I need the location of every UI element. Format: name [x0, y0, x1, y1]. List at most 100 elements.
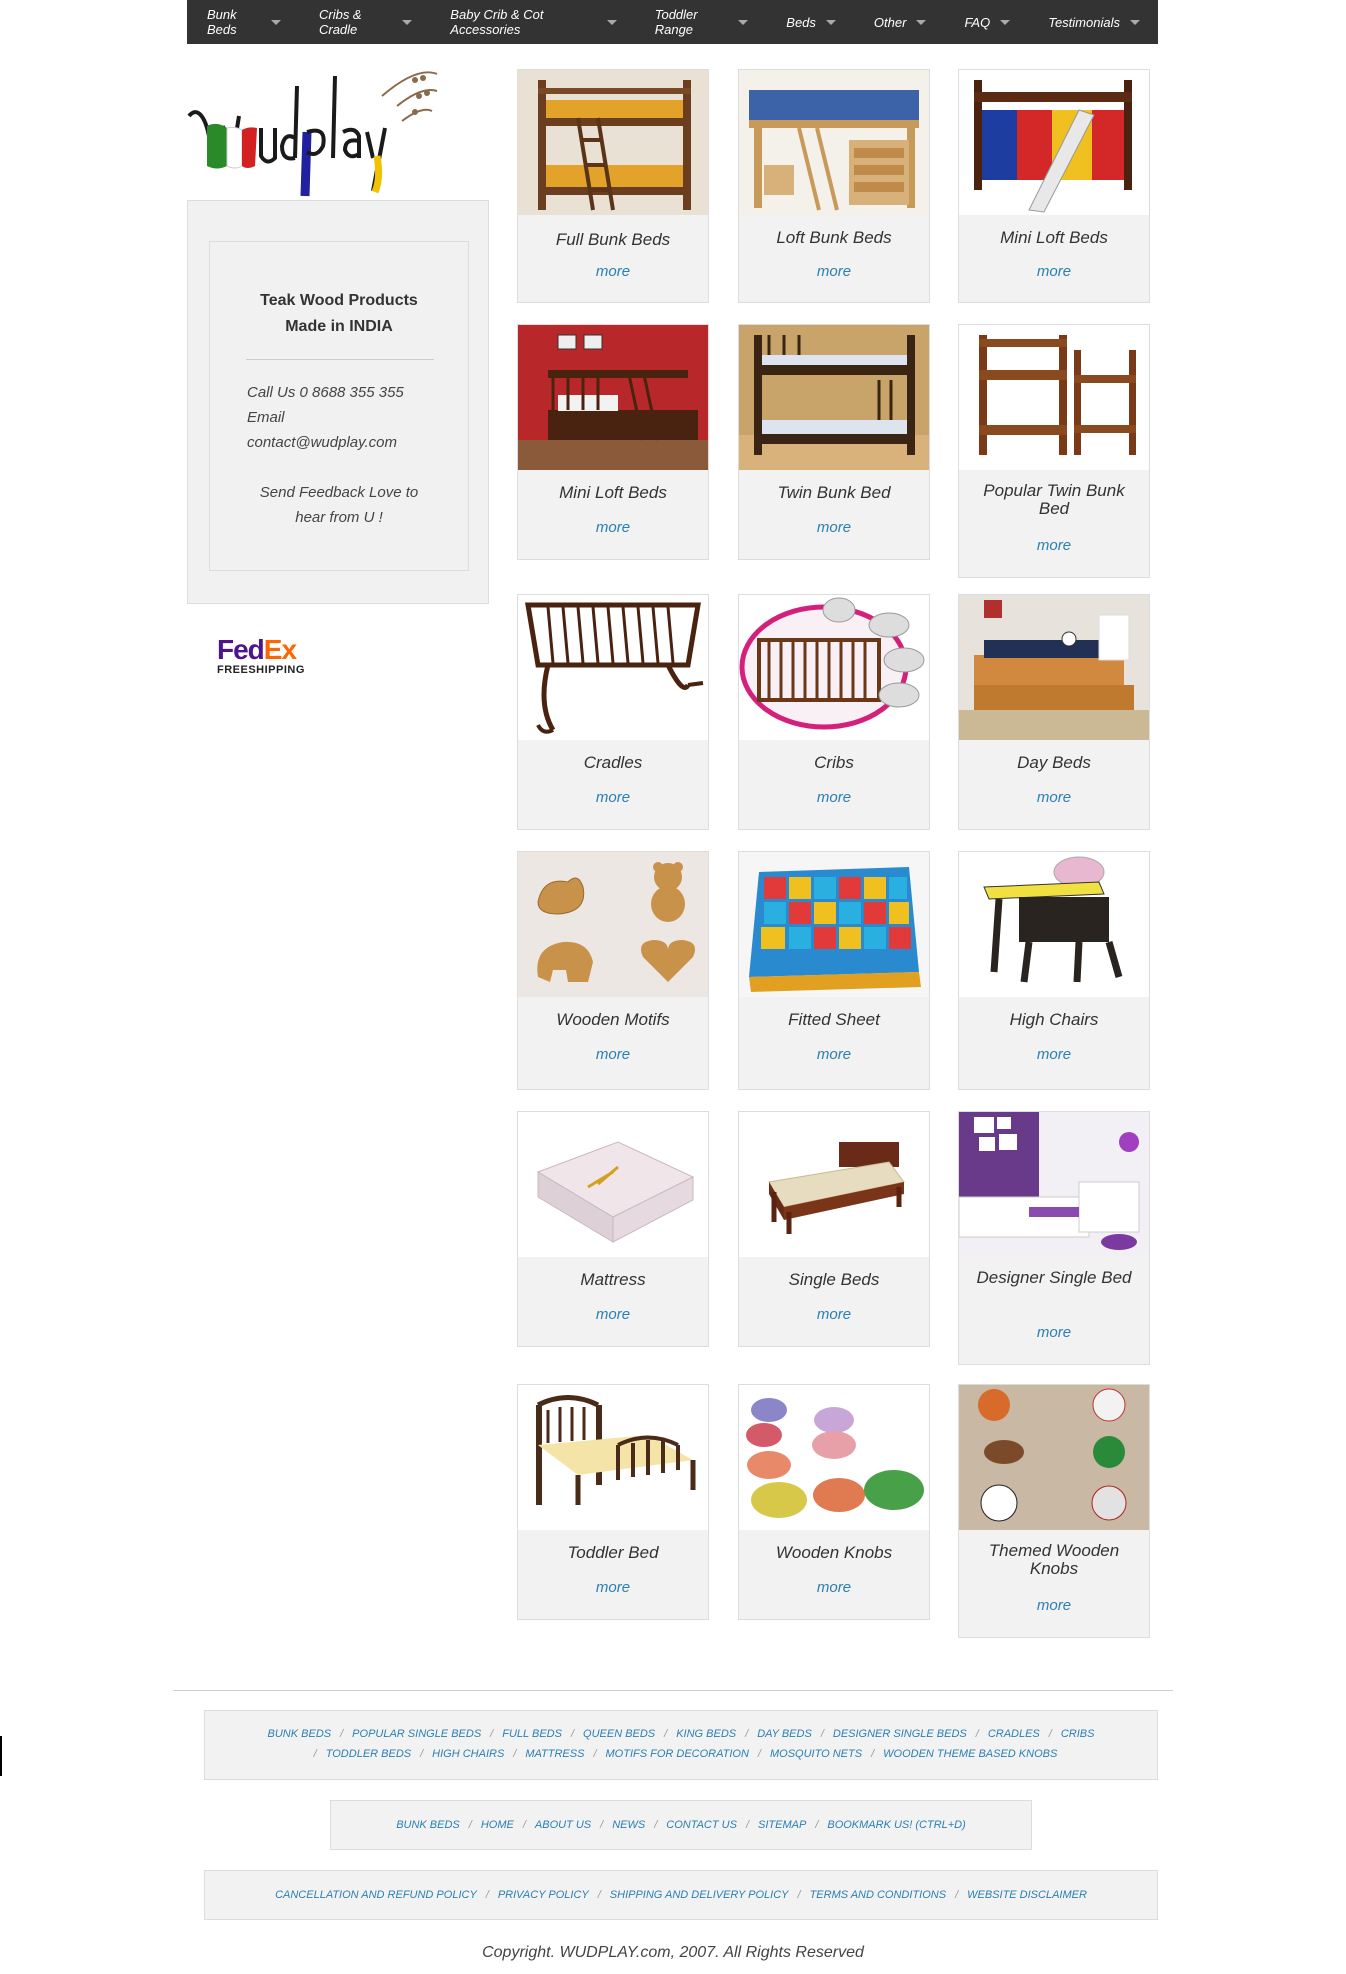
nav-item-bunk-beds[interactable]: Bunk Beds — [187, 0, 299, 44]
footer-link[interactable]: About Us — [535, 1819, 591, 1831]
product-title[interactable]: Wooden Motifs — [526, 1011, 700, 1029]
product-tile[interactable]: Loft Bunk Beds more — [738, 69, 930, 303]
footer-link[interactable]: Bunk Beds — [396, 1819, 460, 1831]
nav-item-cribs-cradle[interactable]: Cribs & Cradle — [299, 0, 430, 44]
footer-link[interactable]: Shipping and Delivery Policy — [610, 1889, 789, 1901]
link-separator: / — [757, 1748, 761, 1760]
product-title[interactable]: High Chairs — [967, 1011, 1141, 1029]
footer-link[interactable]: Cradles — [988, 1728, 1040, 1740]
product-tile[interactable]: Popular Twin Bunk Bed more — [958, 324, 1150, 578]
link-separator: / — [522, 1819, 526, 1831]
footer-link[interactable]: Sitemap — [758, 1819, 806, 1831]
more-link[interactable]: more — [959, 537, 1149, 554]
wudplay-logo[interactable] — [187, 66, 442, 200]
more-link[interactable]: more — [739, 789, 929, 806]
footer-link[interactable]: Popular Single Beds — [352, 1728, 481, 1740]
nav-item-crib-accessories[interactable]: Baby Crib & Cot Accessories — [430, 0, 634, 44]
product-title[interactable]: Full Bunk Beds — [526, 231, 700, 249]
footer-link[interactable]: Cancellation and Refund Policy — [275, 1889, 477, 1901]
more-link[interactable]: more — [518, 1306, 708, 1323]
more-link[interactable]: more — [959, 1597, 1149, 1614]
more-link[interactable]: more — [518, 789, 708, 806]
more-link[interactable]: more — [739, 519, 929, 536]
footer-link[interactable]: Bookmark Us! (Ctrl+D) — [827, 1819, 965, 1831]
product-tile[interactable]: Cribs more — [738, 594, 930, 830]
product-title[interactable]: Twin Bunk Bed — [747, 484, 921, 502]
email-link[interactable]: contact@wudplay.com — [247, 430, 404, 455]
more-link[interactable]: more — [959, 263, 1149, 280]
product-tile[interactable]: Wooden Knobs more — [738, 1384, 930, 1620]
footer-link[interactable]: High Chairs — [432, 1748, 504, 1760]
product-tile[interactable]: Designer Single Bed more — [958, 1111, 1150, 1365]
more-link[interactable]: more — [518, 519, 708, 536]
footer-link[interactable]: Designer Single Beds — [833, 1728, 967, 1740]
more-link[interactable]: more — [739, 1306, 929, 1323]
product-tile[interactable]: Twin Bunk Bed more — [738, 324, 930, 560]
footer-link[interactable]: Toddler Beds — [326, 1748, 411, 1760]
product-title[interactable]: Wooden Knobs — [747, 1544, 921, 1562]
product-tile[interactable]: Full Bunk Beds more — [517, 69, 709, 303]
footer-link[interactable]: Home — [481, 1819, 514, 1831]
product-tile[interactable]: Mattress more — [517, 1111, 709, 1347]
product-tile[interactable]: Single Beds more — [738, 1111, 930, 1347]
footer-link[interactable]: Mosquito Nets — [770, 1748, 862, 1760]
product-title[interactable]: Popular Twin Bunk Bed — [967, 482, 1141, 518]
product-tile[interactable]: Toddler Bed more — [517, 1384, 709, 1620]
sidebar-feedback[interactable]: Send Feedback Love to hear from U ! — [210, 480, 468, 530]
product-title[interactable]: Loft Bunk Beds — [747, 229, 921, 247]
product-title[interactable]: Cradles — [526, 754, 700, 772]
more-link[interactable]: more — [959, 789, 1149, 806]
nav-item-toddler-range[interactable]: Toddler Range — [635, 0, 767, 44]
product-tile[interactable]: High Chairs more — [958, 851, 1150, 1090]
footer-link[interactable]: Motifs for Decoration — [606, 1748, 749, 1760]
nav-item-faq[interactable]: FAQ — [944, 0, 1028, 44]
nav-item-beds[interactable]: Beds — [766, 0, 854, 44]
more-link[interactable]: more — [739, 1579, 929, 1596]
product-title[interactable]: Mini Loft Beds — [967, 229, 1141, 247]
nav-item-other[interactable]: Other — [854, 0, 945, 44]
more-link[interactable]: more — [518, 263, 708, 280]
footer-link[interactable]: Cribs — [1061, 1728, 1095, 1740]
footer-link[interactable]: Mattress — [525, 1748, 584, 1760]
product-title[interactable]: Mini Loft Beds — [526, 484, 700, 502]
product-tile[interactable]: Mini Loft Beds more — [958, 69, 1150, 303]
more-link[interactable]: more — [959, 1324, 1149, 1341]
footer-link[interactable]: Full Beds — [502, 1728, 562, 1740]
more-link[interactable]: more — [739, 1046, 929, 1063]
product-title[interactable]: Cribs — [747, 754, 921, 772]
link-separator: / — [513, 1748, 517, 1760]
product-title[interactable]: Fitted Sheet — [747, 1011, 921, 1029]
sidebar-title-line2: Made in INDIA — [285, 318, 393, 335]
more-link[interactable]: more — [959, 1046, 1149, 1063]
footer-link[interactable]: Terms and Conditions — [810, 1889, 947, 1901]
product-title[interactable]: Designer Single Bed — [967, 1269, 1141, 1287]
caret-down-icon — [738, 19, 749, 25]
more-link[interactable]: more — [518, 1579, 708, 1596]
product-tile[interactable]: Day Beds more — [958, 594, 1150, 830]
footer-link[interactable]: Bunk Beds — [268, 1728, 332, 1740]
footer-link[interactable]: Privacy Policy — [498, 1889, 589, 1901]
product-tile[interactable]: Cradles more — [517, 594, 709, 830]
footer-link[interactable]: Day Beds — [757, 1728, 812, 1740]
footer-link[interactable]: Queen Beds — [583, 1728, 655, 1740]
nav-item-testimonials[interactable]: Testimonials — [1028, 0, 1158, 44]
more-link[interactable]: more — [518, 1046, 708, 1063]
product-tile[interactable]: Wooden Motifs more — [517, 851, 709, 1090]
product-tile[interactable]: Themed Wooden Knobs more — [958, 1384, 1150, 1638]
product-tile[interactable]: Fitted Sheet more — [738, 851, 930, 1090]
product-tile[interactable]: Mini Loft Beds more — [517, 324, 709, 560]
link-separator: / — [664, 1728, 668, 1740]
link-separator: / — [871, 1748, 875, 1760]
product-title[interactable]: Toddler Bed — [526, 1544, 700, 1562]
product-title[interactable]: Mattress — [526, 1271, 700, 1289]
footer-link[interactable]: Website Disclaimer — [967, 1889, 1087, 1901]
product-title[interactable]: Themed Wooden Knobs — [967, 1542, 1141, 1578]
footer-link[interactable]: News — [612, 1819, 645, 1831]
footer-link[interactable]: King Beds — [676, 1728, 736, 1740]
call-us-text[interactable]: Call Us 0 8688 355 355 — [247, 380, 404, 405]
more-link[interactable]: more — [739, 263, 929, 280]
product-title[interactable]: Single Beds — [747, 1271, 921, 1289]
product-title[interactable]: Day Beds — [967, 754, 1141, 772]
footer-link[interactable]: Contact Us — [666, 1819, 737, 1831]
footer-link[interactable]: Wooden Theme Based Knobs — [883, 1748, 1057, 1760]
